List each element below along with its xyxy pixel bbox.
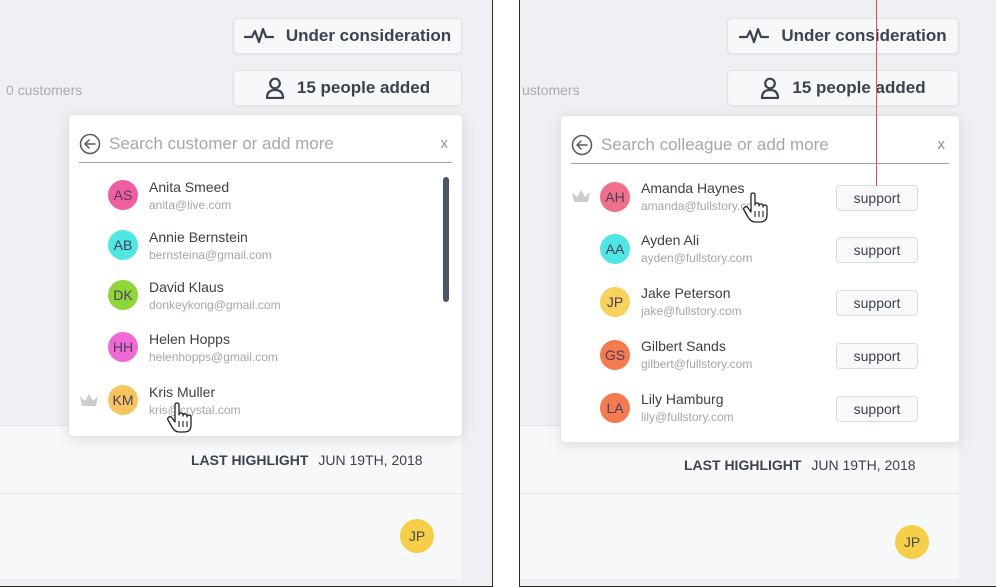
- list-item[interactable]: AA Ayden Ali ayden@fullstory.com support: [561, 226, 959, 278]
- background-card-lower: [0, 493, 462, 579]
- avatar: DK: [108, 280, 138, 310]
- crown-icon: [80, 394, 98, 406]
- status-button[interactable]: Under consideration: [233, 18, 462, 54]
- back-arrow-icon[interactable]: [79, 133, 101, 155]
- list-item[interactable]: HH Helen Hopps helenhopps@gmail.com: [69, 325, 462, 377]
- customers-count-text: ustomers: [522, 82, 580, 98]
- search-bar: x: [79, 125, 452, 163]
- list-item[interactable]: AB Annie Bernstein bernsteina@gmail.com: [69, 223, 462, 275]
- list-item[interactable]: AS Anita Smeed anita@live.com: [69, 173, 462, 225]
- contact-name: Anita Smeed: [149, 179, 230, 195]
- avatar: AA: [600, 234, 630, 264]
- annotation-line: [876, 0, 877, 186]
- contact-name: Helen Hopps: [149, 331, 230, 347]
- contact-name: David Klaus: [149, 279, 224, 295]
- hand-pointer-icon: [743, 192, 768, 223]
- status-label: Under consideration: [285, 26, 452, 45]
- support-button[interactable]: support: [836, 343, 918, 369]
- people-added-button[interactable]: 15 people added: [233, 70, 462, 106]
- contact-email: donkeykong@gmail.com: [149, 298, 281, 312]
- contact-email: ayden@fullstory.com: [641, 251, 753, 265]
- last-highlight-label: LAST HIGHLIGHT: [684, 457, 802, 473]
- search-input[interactable]: [109, 133, 441, 154]
- avatar: JP: [600, 287, 630, 317]
- contact-email: kris@crystal.com: [149, 403, 241, 417]
- avatar: AS: [108, 180, 138, 210]
- scrollbar[interactable]: [443, 177, 449, 302]
- avatar[interactable]: JP: [895, 525, 929, 559]
- crown-icon: [572, 190, 590, 202]
- avatar: HH: [108, 332, 138, 362]
- contact-email: anita@live.com: [149, 198, 232, 212]
- support-button[interactable]: support: [836, 396, 918, 422]
- contact-name: Lily Hamburg: [641, 391, 724, 407]
- pulse-icon: [243, 27, 274, 44]
- support-button[interactable]: support: [836, 185, 918, 211]
- customers-count-text: 0 customers: [6, 82, 83, 98]
- avatar: AH: [600, 182, 630, 212]
- colleague-search-dropdown: x AH Amanda Haynes amanda@fullstory.com …: [560, 115, 960, 443]
- list-item[interactable]: KM Kris Muller kris@crystal.com: [69, 378, 462, 430]
- avatar: KM: [108, 385, 138, 415]
- back-arrow-icon[interactable]: [571, 134, 593, 156]
- right-panel: ustomers Under consideration 15 people a…: [519, 0, 996, 587]
- list-item[interactable]: DK David Klaus donkeykong@gmail.com: [69, 273, 462, 325]
- people-added-label: 15 people added: [792, 78, 926, 97]
- status-label: Under consideration: [781, 26, 947, 45]
- contact-name: Ayden Ali: [641, 232, 700, 248]
- contact-email: gilbert@fullstory.com: [641, 357, 753, 371]
- people-added-label: 15 people added: [296, 78, 431, 97]
- last-highlight: LAST HIGHLIGHT JUN 19TH, 2018: [684, 457, 916, 473]
- hand-pointer-icon: [167, 402, 192, 433]
- contact-email: jake@fullstory.com: [641, 304, 742, 318]
- avatar[interactable]: JP: [400, 519, 434, 553]
- contact-email: lily@fullstory.com: [641, 410, 734, 424]
- contact-name: Annie Bernstein: [149, 229, 248, 245]
- last-highlight-date: JUN 19TH, 2018: [811, 457, 916, 473]
- status-button[interactable]: Under consideration: [727, 18, 959, 54]
- last-highlight: LAST HIGHLIGHT JUN 19TH, 2018: [191, 452, 423, 468]
- user-icon: [265, 77, 284, 99]
- support-button[interactable]: support: [836, 290, 918, 316]
- contact-name: Amanda Haynes: [641, 180, 745, 196]
- background-card-lower: [520, 493, 959, 579]
- search-input[interactable]: [601, 134, 938, 155]
- last-highlight-date: JUN 19TH, 2018: [318, 452, 423, 468]
- list-item[interactable]: GS Gilbert Sands gilbert@fullstory.com s…: [561, 332, 959, 384]
- close-icon[interactable]: x: [938, 136, 946, 153]
- left-panel: 0 customers Under consideration 15 peopl…: [0, 0, 493, 587]
- contact-name: Kris Muller: [149, 384, 216, 400]
- avatar: AB: [108, 230, 138, 260]
- search-bar: x: [571, 126, 949, 164]
- last-highlight-label: LAST HIGHLIGHT: [191, 452, 309, 468]
- support-button[interactable]: support: [836, 237, 918, 263]
- contact-name: Gilbert Sands: [641, 338, 726, 354]
- contact-email: helenhopps@gmail.com: [149, 350, 278, 364]
- pulse-icon: [739, 27, 770, 44]
- contact-email: bernsteina@gmail.com: [149, 248, 272, 262]
- close-icon[interactable]: x: [441, 135, 449, 152]
- people-added-button[interactable]: 15 people added: [727, 70, 959, 106]
- customer-search-dropdown: x AS Anita Smeed anita@live.com AB Annie…: [68, 114, 463, 437]
- avatar: GS: [600, 340, 630, 370]
- user-icon: [761, 77, 780, 99]
- contact-name: Jake Peterson: [641, 285, 731, 301]
- list-item[interactable]: JP Jake Peterson jake@fullstory.com supp…: [561, 279, 959, 331]
- list-item[interactable]: LA Lily Hamburg lily@fullstory.com suppo…: [561, 385, 959, 437]
- avatar: LA: [600, 393, 630, 423]
